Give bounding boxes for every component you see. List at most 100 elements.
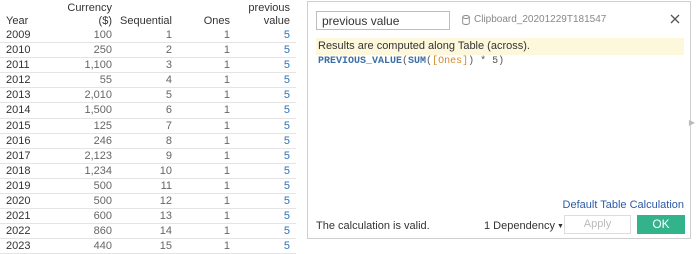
cell-year: 2017 bbox=[6, 149, 31, 162]
cell-ones: 1 bbox=[223, 104, 230, 117]
dependency-label: 1 Dependency bbox=[484, 220, 555, 232]
cell-sequential: 7 bbox=[165, 119, 172, 132]
cell-previous-value: 5 bbox=[283, 89, 290, 102]
cell-sequential: 9 bbox=[165, 149, 172, 162]
cell-currency: 125 bbox=[93, 119, 112, 132]
cell-sequential: 8 bbox=[165, 134, 172, 147]
table-row: 2018 1,234 10 1 5 bbox=[0, 164, 296, 179]
cell-previous-value: 5 bbox=[283, 29, 290, 41]
cell-ones: 1 bbox=[223, 225, 230, 238]
table-row: 2010 250 2 1 5 bbox=[0, 43, 296, 59]
cell-year: 2014 bbox=[6, 104, 31, 117]
close-icon[interactable] bbox=[668, 12, 682, 26]
header-currency-line1: Currency bbox=[67, 2, 112, 14]
cell-sequential: 14 bbox=[159, 225, 172, 238]
cell-sequential: 2 bbox=[165, 44, 172, 57]
cell-sequential: 1 bbox=[165, 29, 172, 41]
cell-sequential: 10 bbox=[159, 164, 172, 177]
cell-ones: 1 bbox=[223, 164, 230, 177]
cell-currency: 246 bbox=[93, 134, 112, 147]
formula-text: PREVIOUS_VALUE(SUM([Ones]) * 5) bbox=[316, 56, 684, 67]
header-previous-line1: previous bbox=[248, 2, 290, 14]
table-body: 2009 100 1 1 5 2010 250 2 1 5 2011 1,100 3 1 5 2012 55 4 1… bbox=[0, 28, 296, 254]
table-row: 2011 1,100 3 1 5 bbox=[0, 58, 296, 74]
database-icon bbox=[462, 14, 470, 25]
cell-previous-value: 5 bbox=[283, 195, 290, 208]
cell-sequential: 5 bbox=[165, 89, 172, 102]
compute-notice: Results are computed along Table (across… bbox=[316, 38, 684, 55]
cell-previous-value: 5 bbox=[283, 149, 290, 162]
calculation-name-input[interactable] bbox=[316, 11, 450, 30]
cell-currency: 1,500 bbox=[84, 104, 112, 117]
cell-year: 2011 bbox=[6, 59, 30, 72]
cell-ones: 1 bbox=[223, 179, 230, 192]
cell-currency: 250 bbox=[93, 44, 112, 57]
cell-currency: 500 bbox=[93, 179, 112, 192]
validation-status: The calculation is valid. bbox=[316, 220, 430, 232]
cell-previous-value: 5 bbox=[283, 179, 290, 192]
cell-year: 2021 bbox=[6, 210, 31, 223]
cell-previous-value: 5 bbox=[283, 44, 290, 57]
caret-down-icon: ▼ bbox=[556, 222, 564, 230]
cell-currency: 440 bbox=[93, 240, 112, 253]
cell-previous-value: 5 bbox=[283, 225, 290, 238]
table-row: 2013 2,010 5 1 5 bbox=[0, 88, 296, 104]
cell-currency: 600 bbox=[93, 210, 112, 223]
table-row: 2020 500 12 1 5 bbox=[0, 194, 296, 210]
cell-currency: 100 bbox=[93, 29, 112, 41]
cell-previous-value: 5 bbox=[283, 74, 290, 87]
formula-function: PREVIOUS_VALUE bbox=[318, 56, 403, 67]
cell-sequential: 3 bbox=[165, 59, 172, 72]
cell-currency: 2,010 bbox=[84, 89, 112, 102]
cell-year: 2016 bbox=[6, 134, 31, 147]
table-row: 2017 2,123 9 1 5 bbox=[0, 149, 296, 164]
data-table: Year Currency ($) Sequential Ones previo… bbox=[0, 0, 296, 254]
cell-ones: 1 bbox=[223, 210, 230, 223]
cell-sequential: 15 bbox=[159, 240, 172, 253]
cell-previous-value: 5 bbox=[283, 240, 290, 253]
cell-currency: 1,100 bbox=[84, 59, 112, 72]
table-row: 2019 500 11 1 5 bbox=[0, 179, 296, 195]
table-row: 2016 246 8 1 5 bbox=[0, 134, 296, 149]
cell-year: 2020 bbox=[6, 195, 31, 208]
datasource-label: Clipboard_20201229T181547 bbox=[462, 14, 606, 25]
cell-sequential: 12 bbox=[159, 195, 172, 208]
cell-ones: 1 bbox=[223, 29, 230, 41]
chevron-right-icon[interactable]: ▶ bbox=[689, 118, 695, 127]
default-table-calculation-link[interactable]: Default Table Calculation bbox=[563, 199, 684, 211]
ok-button[interactable]: OK bbox=[637, 215, 685, 234]
cell-currency: 860 bbox=[93, 225, 112, 238]
cell-ones: 1 bbox=[223, 195, 230, 208]
header-previous-value: previous value bbox=[240, 2, 290, 28]
cell-previous-value: 5 bbox=[283, 59, 290, 72]
cell-sequential: 6 bbox=[165, 104, 172, 117]
formula-editor[interactable]: Results are computed along Table (across… bbox=[316, 38, 684, 188]
cell-year: 2012 bbox=[6, 74, 31, 87]
dependency-dropdown[interactable]: 1 Dependency ▼ bbox=[484, 220, 564, 232]
apply-button[interactable]: Apply bbox=[564, 215, 631, 234]
table-header: Year Currency ($) Sequential Ones previo… bbox=[0, 0, 296, 28]
cell-ones: 1 bbox=[223, 134, 230, 147]
table-row: 2022 860 14 1 5 bbox=[0, 224, 296, 240]
cell-ones: 1 bbox=[223, 89, 230, 102]
header-ones: Ones bbox=[203, 15, 230, 27]
cell-year: 2018 bbox=[6, 164, 31, 177]
table-row: 2012 55 4 1 5 bbox=[0, 73, 296, 89]
cell-year: 2010 bbox=[6, 44, 31, 57]
cell-currency: 2,123 bbox=[84, 149, 112, 162]
cell-previous-value: 5 bbox=[283, 210, 290, 223]
table-row: 2014 1,500 6 1 5 bbox=[0, 103, 296, 119]
cell-ones: 1 bbox=[223, 74, 230, 87]
table-row: 2021 600 13 1 5 bbox=[0, 209, 296, 225]
table-row: 2015 125 7 1 5 bbox=[0, 119, 296, 134]
header-year: Year bbox=[6, 15, 29, 27]
cell-sequential: 11 bbox=[160, 179, 172, 192]
formula-field: [Ones] bbox=[432, 56, 469, 67]
table-row: 2023 440 15 1 5 bbox=[0, 239, 296, 254]
cell-year: 2022 bbox=[6, 225, 31, 238]
cell-year: 2009 bbox=[6, 29, 31, 41]
cell-previous-value: 5 bbox=[283, 164, 290, 177]
header-sequential: Sequential bbox=[120, 15, 172, 27]
cell-currency: 500 bbox=[93, 195, 112, 208]
cell-ones: 1 bbox=[223, 149, 230, 162]
